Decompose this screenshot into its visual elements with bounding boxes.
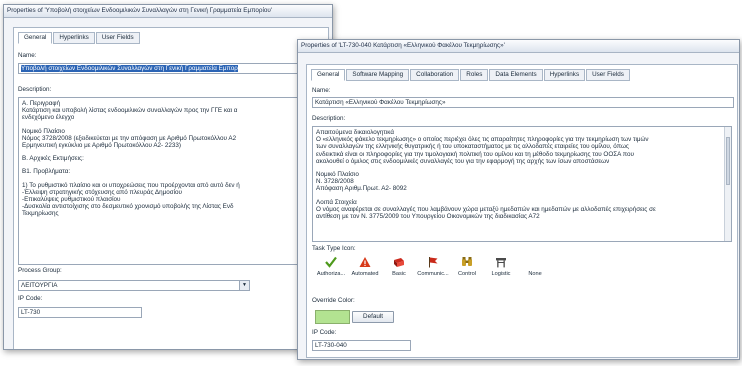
default-button[interactable]: Default	[352, 311, 394, 323]
task-type-icons: Authoriza... Automated Basic Communic... Con…	[315, 256, 553, 277]
task-type-option[interactable]: Automated	[349, 256, 381, 277]
description-line: Απόφαση Αριθμ.Πρωτ. Α2- 8092	[316, 185, 407, 193]
red-book-icon	[383, 256, 415, 268]
task-type-label: Task Type Icon:	[312, 245, 356, 252]
tab-bar: General Hyperlinks User Fields	[18, 32, 141, 44]
description-line: Λοιπά Στοιχεία	[316, 198, 357, 206]
task-type-caption: Control	[457, 271, 477, 277]
vertical-scrollbar[interactable]	[724, 127, 731, 241]
dialog-panel: General Hyperlinks User Fields Name: Υπο…	[13, 27, 329, 349]
process-group-value: ΛΕΙΤΟΥΡΓΙΑ	[21, 282, 58, 289]
description-line: των συναλλαγών της ελληνικής θυγατρικής …	[316, 143, 629, 151]
description-line: Β. Αρχικές Εκτιμήσεις:	[22, 155, 84, 163]
description-label: Description:	[18, 86, 52, 93]
dialog-title: Properties of 'Υποβολή στοιχείων Ενδοομι…	[4, 5, 332, 18]
task-type-caption: Logistic	[491, 271, 511, 277]
scrollbar-thumb[interactable]	[726, 137, 730, 185]
road-sign-icon	[485, 256, 517, 268]
binoculars-icon	[451, 256, 483, 268]
warning-triangle-icon	[349, 256, 381, 268]
override-color-label: Override Color:	[312, 297, 355, 304]
name-label: Name:	[312, 87, 331, 94]
description-line: Νομικό Πλαίσιο	[316, 171, 359, 179]
description-line: αντίθεση με τον Ν. 3775/2009 του Υπουργε…	[316, 213, 540, 221]
tab-hyperlinks[interactable]: Hyperlinks	[543, 69, 586, 81]
name-field[interactable]: Κατάρτιση «Ελληνικού Φακέλου Τεκμηρίωσης…	[312, 97, 734, 108]
process-group-select[interactable]: ΛΕΙΤΟΥΡΓΙΑ ▼	[18, 280, 250, 291]
description-label: Description:	[312, 115, 346, 122]
task-type-option[interactable]: Control	[451, 256, 483, 277]
description-line: ακολουθεί ο όμιλος στις ενδοομιλικές συν…	[316, 157, 610, 165]
dialog-title: Properties of 'LT-730-040 Κατάρτιση «Ελλ…	[298, 40, 739, 53]
tab-user-fields[interactable]: User Fields	[95, 32, 140, 44]
ip-code-value: LT-730	[21, 309, 41, 316]
name-field[interactable]: Υποβολή στοιχείων Ενδοομιλικών Συναλλαγώ…	[18, 63, 326, 74]
task-type-caption: Authoriza...	[316, 271, 346, 277]
task-type-option[interactable]: None	[519, 256, 551, 277]
description-field[interactable]: Α. Περιγραφή Κατάρτιση και υποβολή λίστας…	[18, 97, 326, 265]
empty-icon	[519, 256, 551, 268]
description-line: Ερμηνευτική εγκύκλιο με Αριθμό Πρωτοκόλλ…	[22, 142, 182, 150]
description-line: ενδεικτικά είναι οι πληροφορίες για την …	[316, 150, 634, 158]
description-line: -Δυσκολία αντιστοίχισης στο δεσμευτικό χ…	[22, 203, 234, 211]
task-type-caption: Automated	[351, 271, 379, 277]
name-value: Υποβολή στοιχείων Ενδοομιλικών Συναλλαγώ…	[21, 65, 238, 72]
chevron-down-icon[interactable]: ▼	[239, 281, 249, 290]
ip-code-field[interactable]: LT-730	[18, 307, 142, 318]
tab-bar: General Software Mapping Collaboration R…	[311, 69, 631, 81]
description-field[interactable]: Απαιτούμενα δικαιολογητικά Ο «ελληνικός φ…	[312, 126, 732, 242]
dialog-panel: General Software Mapping Collaboration R…	[306, 64, 738, 358]
description-line: -Έλλειψη στρατηγικής στόχευσης από πλευρ…	[22, 188, 182, 196]
task-type-option[interactable]: Basic	[383, 256, 415, 277]
description-line: Τεκμηρίωσης	[22, 210, 59, 218]
description-line: 1) Το ρυθμιστικό πλαίσιο και οι υποχρεώσ…	[22, 181, 240, 189]
process-group-label: Process Group:	[18, 267, 62, 274]
description-line: Νόμος 3728/2008 (εξειδικεύεται με την απ…	[22, 134, 237, 142]
activity-properties-dialog: Properties of 'LT-730-040 Κατάρτιση «Ελλ…	[297, 39, 740, 360]
process-properties-dialog: Properties of 'Υποβολή στοιχείων Ενδοομι…	[3, 4, 333, 350]
tab-data-elements[interactable]: Data Elements	[489, 69, 543, 81]
description-line: Νομικό Πλαίσιο	[22, 127, 65, 135]
name-value: Κατάρτιση «Ελληνικού Φακέλου Τεκμηρίωσης…	[315, 99, 446, 106]
checkmark-icon	[315, 256, 347, 268]
tab-hyperlinks[interactable]: Hyperlinks	[53, 32, 95, 44]
name-label: Name:	[18, 52, 37, 59]
ip-code-label: IP Code:	[18, 295, 43, 302]
tab-collaboration[interactable]: Collaboration	[410, 69, 460, 81]
description-line: Β1. Προβλήματα:	[22, 168, 71, 176]
task-type-caption: Communic...	[417, 271, 449, 277]
task-type-caption: Basic	[392, 271, 406, 277]
task-type-option[interactable]: Logistic	[485, 256, 517, 277]
description-line: Ο νόμος αναφέρεται σε συναλλαγές που λαμ…	[316, 205, 656, 213]
tab-general[interactable]: General	[311, 69, 346, 81]
task-type-caption: None	[528, 271, 542, 277]
task-type-option[interactable]: Authoriza...	[315, 256, 347, 277]
ip-code-field[interactable]: LT-730-040	[312, 340, 411, 351]
ip-code-label: IP Code:	[312, 329, 337, 336]
tab-roles[interactable]: Roles	[460, 69, 489, 81]
tab-software-mapping[interactable]: Software Mapping	[346, 69, 410, 81]
override-color-swatch[interactable]	[315, 310, 350, 324]
red-flag-icon	[417, 256, 449, 268]
tab-general[interactable]: General	[18, 32, 53, 44]
tab-user-fields[interactable]: User Fields	[586, 69, 630, 81]
ip-code-value: LT-730-040	[315, 342, 347, 349]
task-type-option[interactable]: Communic...	[417, 256, 449, 277]
description-line: ενδεχόμενο έλεγχο	[22, 114, 75, 122]
